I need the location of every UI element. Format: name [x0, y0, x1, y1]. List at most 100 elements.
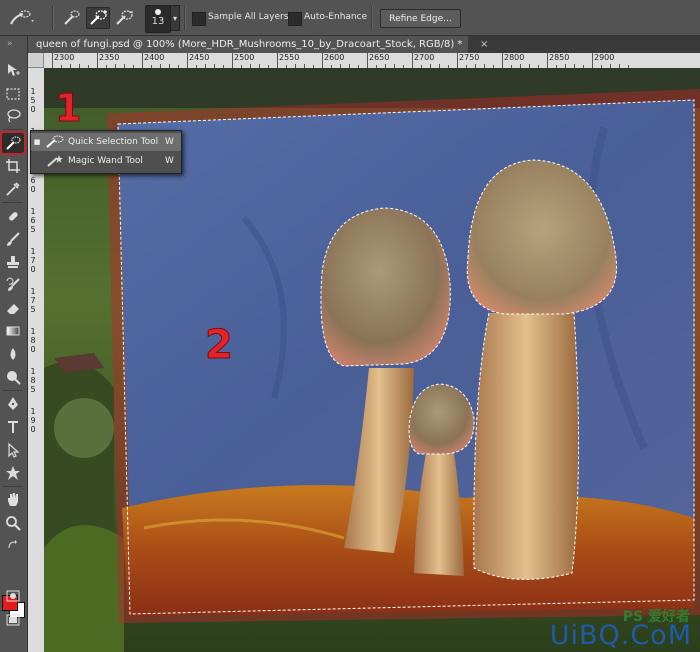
path-selection-icon[interactable]	[2, 440, 24, 460]
quick-selection-brush-icon[interactable]	[6, 6, 36, 30]
ruler-tick	[502, 53, 503, 68]
refine-edge-button[interactable]: Refine Edge...	[380, 9, 461, 28]
ruler-label: 0	[30, 425, 36, 434]
ruler-label: 5	[30, 96, 36, 105]
ruler-corner[interactable]	[28, 53, 44, 68]
brush-picker-dropdown[interactable]: ▾	[170, 5, 180, 31]
step-1-annotation: 1	[54, 86, 82, 131]
ruler-label: 2550	[279, 53, 300, 62]
ruler-tick	[367, 53, 368, 68]
pen-icon[interactable]	[2, 394, 24, 414]
ruler-label: 0	[30, 265, 36, 274]
ruler-label: 2900	[594, 53, 615, 62]
document-tab-bar: queen of fungi.psd @ 100% (More_HDR_Mush…	[28, 36, 700, 53]
flyout-item-magic-wand[interactable]: Magic Wand Tool W	[31, 152, 181, 170]
subtract-from-selection-icon[interactable]	[112, 7, 136, 29]
screen-mode-icon[interactable]	[2, 610, 24, 630]
add-to-selection-icon[interactable]	[86, 7, 110, 29]
zoom-icon[interactable]	[2, 513, 24, 533]
flyout-item-quick-selection[interactable]: ■ Quick Selection Tool W	[31, 133, 181, 151]
ruler-label: 1	[30, 247, 36, 256]
healing-brush-icon[interactable]	[2, 206, 24, 226]
quick-mask-icon[interactable]	[2, 586, 24, 606]
blur-icon[interactable]	[2, 344, 24, 364]
ruler-label: 2500	[234, 53, 255, 62]
gradient-icon[interactable]	[2, 321, 24, 341]
lasso-icon[interactable]	[2, 106, 24, 126]
document-tab[interactable]: queen of fungi.psd @ 100% (More_HDR_Mush…	[28, 36, 468, 53]
ruler-label: 6	[30, 216, 36, 225]
selected-bullet-icon: ■	[33, 138, 41, 146]
new-selection-icon[interactable]	[60, 7, 84, 29]
auto-enhance-checkbox[interactable]	[288, 12, 302, 26]
ruler-label: 6	[30, 176, 36, 185]
ruler-label: 1	[30, 87, 36, 96]
brush-icon[interactable]	[2, 229, 24, 249]
history-brush-icon[interactable]	[2, 275, 24, 295]
ruler-label: 2600	[324, 53, 345, 62]
crop-icon[interactable]	[2, 156, 24, 176]
ruler-label: 1	[30, 287, 36, 296]
ruler-label: 7	[30, 256, 36, 265]
ruler-label: 9	[30, 416, 36, 425]
marquee-icon[interactable]	[2, 84, 24, 104]
magic-wand-icon	[45, 154, 65, 168]
options-bar: 13 ▾ Sample All Layers Auto-Enhance Refi…	[0, 0, 700, 36]
ruler-tick	[547, 53, 548, 68]
dodge-icon[interactable]	[2, 367, 24, 387]
swap-colors-icon[interactable]	[2, 536, 24, 556]
hand-icon[interactable]	[2, 490, 24, 510]
ruler-label: 0	[30, 185, 36, 194]
sample-all-layers-label: Sample All Layers	[208, 12, 289, 22]
ruler-label: 5	[30, 225, 36, 234]
ruler-label: 2450	[189, 53, 210, 62]
auto-enhance-label: Auto-Enhance	[304, 12, 368, 22]
ruler-tick	[457, 53, 458, 68]
ruler-label: 2750	[459, 53, 480, 62]
ruler-label: 5	[30, 305, 36, 314]
ruler-label: 1	[30, 327, 36, 336]
shape-icon[interactable]	[2, 463, 24, 483]
quick-selection-icon[interactable]	[2, 133, 24, 153]
ruler-label: 8	[30, 376, 36, 385]
clone-stamp-icon[interactable]	[2, 252, 24, 272]
type-icon[interactable]	[2, 417, 24, 437]
quick-selection-icon	[45, 135, 65, 149]
tools-panel: »	[0, 36, 28, 652]
ruler-tick	[232, 53, 233, 68]
ruler-tick	[592, 53, 593, 68]
eyedropper-icon[interactable]	[2, 179, 24, 199]
ruler-tick	[322, 53, 323, 68]
close-icon[interactable]: ×	[480, 36, 488, 53]
horizontal-ruler[interactable]: 2300 2350 2400 2450 2500 2550 2600 2650 2700 2750…	[44, 53, 700, 69]
ruler-label: 7	[30, 296, 36, 305]
ruler-label: 2400	[144, 53, 165, 62]
ruler-label: 5	[30, 385, 36, 394]
selection-tool-flyout: ■ Quick Selection Tool W Magic Wand Tool…	[30, 130, 182, 174]
ruler-label: 0	[30, 105, 36, 114]
sample-all-layers-checkbox[interactable]	[192, 12, 206, 26]
ruler-label: 1	[30, 407, 36, 416]
ruler-label: 1	[30, 207, 36, 216]
panel-collapse-icon[interactable]: »	[7, 39, 13, 49]
move-icon[interactable]	[2, 60, 24, 80]
ruler-tick	[412, 53, 413, 68]
brush-size-value: 13	[151, 16, 165, 27]
ruler-label: 2800	[504, 53, 525, 62]
ruler-label: 2650	[369, 53, 390, 62]
flyout-shortcut: W	[165, 156, 174, 166]
ruler-tick	[97, 53, 98, 68]
ruler-label: 2700	[414, 53, 435, 62]
ruler-label: 0	[30, 345, 36, 354]
ruler-label: 2300	[54, 53, 75, 62]
ruler-label: 2850	[549, 53, 570, 62]
watermark-url: UiBQ.CoM	[549, 620, 692, 651]
flyout-shortcut: W	[165, 137, 174, 147]
flyout-label: Magic Wand Tool	[68, 156, 143, 166]
eraser-icon[interactable]	[2, 298, 24, 318]
ruler-tick	[142, 53, 143, 68]
ruler-tick	[277, 53, 278, 68]
brush-size-picker[interactable]: 13	[145, 5, 171, 33]
ruler-label: 1	[30, 367, 36, 376]
ruler-label: 2350	[99, 53, 120, 62]
